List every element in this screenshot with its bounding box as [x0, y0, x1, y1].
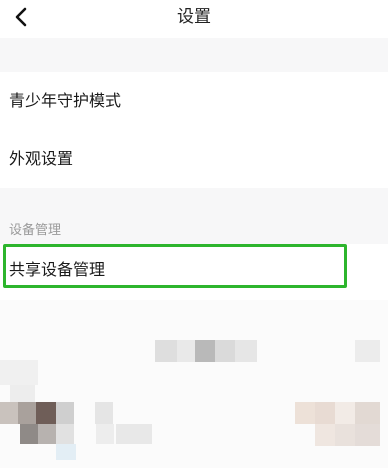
teen-protection-mode-label: 青少年守护模式	[9, 91, 122, 110]
blurred-content-area	[0, 300, 388, 468]
section-label-device-management: 设备管理	[9, 223, 62, 238]
page-title: 设置	[177, 7, 211, 27]
shared-device-management-item[interactable]: 共享设备管理	[0, 244, 388, 292]
teen-protection-mode-item[interactable]: 青少年守护模式	[0, 72, 388, 126]
section-divider	[0, 38, 388, 72]
appearance-settings-label: 外观设置	[9, 149, 74, 168]
shared-device-management-label: 共享设备管理	[9, 260, 106, 279]
settings-page: 设置 青少年守护模式 外观设置 设备管理 共享设备管理	[0, 0, 388, 468]
appearance-settings-item[interactable]: 外观设置	[0, 130, 388, 184]
top-bar: 设置	[0, 0, 388, 38]
